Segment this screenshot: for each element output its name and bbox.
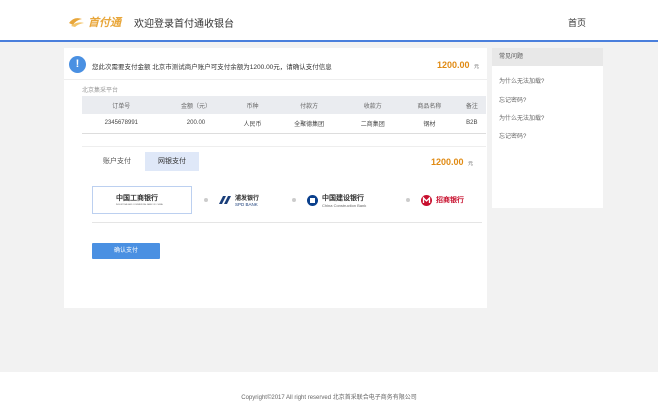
faq-link[interactable]: 忘记密码?	[499, 131, 526, 140]
bank-option-icbc[interactable]: 中国工商银行 INDUSTRIAL AND COMMERCIAL BANK OF …	[92, 186, 192, 214]
notice-unit: 元	[474, 64, 480, 70]
bank-option-spd[interactable]: 浦发银行 SPD BANK	[204, 186, 284, 214]
ccb-logo-icon	[307, 194, 318, 206]
page-title: 欢迎登录首付通收银台	[134, 19, 234, 30]
radio-icon[interactable]	[406, 198, 410, 202]
bank-name: 中国建设银行 China Construction Bank	[322, 193, 366, 208]
tab-account-payment[interactable]: 账户支付	[90, 152, 144, 171]
column-header: 金额（元）	[160, 96, 232, 114]
bank-name: 中国工商银行 INDUSTRIAL AND COMMERCIAL BANK OF …	[116, 193, 209, 208]
bank-name: 浦发银行 SPD BANK	[235, 193, 259, 207]
column-header: 币种	[231, 96, 274, 114]
faq-link[interactable]: 为什么无法加载?	[499, 113, 544, 122]
payment-notice-text: 您此次需要支付金额 北京市测试商户账户可支付余额为1200.00元，请确认支付信…	[92, 64, 332, 71]
logo-text: 首付通	[88, 17, 121, 29]
notice-amount: 1200.00	[437, 60, 470, 70]
table-cell: 全聚德集团	[273, 114, 345, 134]
table-header-row: 订单号 金额（元） 币种 付款方 收款方 商品名称 备注	[82, 96, 486, 114]
order-table: 订单号 金额（元） 币种 付款方 收款方 商品名称 备注 2345678991 …	[82, 96, 486, 134]
faq-link[interactable]: 忘记密码?	[499, 95, 526, 104]
faq-title: 常见问题	[492, 48, 603, 66]
bank-subtitle: China Construction Bank	[322, 202, 367, 208]
bank-name-text: 中国工商银行	[116, 194, 158, 202]
table-cell: B2B	[457, 114, 486, 134]
divider	[92, 222, 482, 223]
column-header: 收款方	[344, 96, 402, 114]
bank-name-text: 中国建设银行	[322, 194, 364, 202]
tab-online-banking[interactable]: 网银支付	[145, 152, 199, 171]
bank-option-ccb[interactable]: 中国建设银行 China Construction Bank	[292, 186, 392, 214]
payment-amount: 1200.00	[431, 157, 464, 167]
table-cell: 钢材	[401, 114, 458, 134]
table-row: 2345678991 200.00 人民币 全聚德集团 二商集团 钢材 B2B	[82, 114, 486, 134]
bank-subtitle: INDUSTRIAL AND COMMERCIAL BANK OF CHINA	[116, 202, 163, 206]
home-link[interactable]: 首页	[568, 16, 586, 29]
faq-link[interactable]: 为什么无法加载?	[499, 76, 544, 85]
info-icon: !	[69, 56, 86, 73]
copyright: Copyright©2017 All right reserved 北京首采联合…	[241, 395, 417, 401]
radio-icon[interactable]	[204, 198, 208, 202]
payment-unit: 元	[468, 161, 474, 167]
merchant-label: 北京集采平台	[82, 88, 119, 94]
radio-icon[interactable]	[292, 198, 296, 202]
table-cell: 2345678991	[82, 114, 161, 134]
column-header: 付款方	[273, 96, 345, 114]
table-cell: 200.00	[160, 114, 232, 134]
cmb-logo-icon	[421, 194, 432, 206]
table-cell: 二商集团	[344, 114, 402, 134]
spd-logo-icon	[219, 196, 231, 204]
faq-panel	[492, 48, 603, 208]
column-header: 商品名称	[401, 96, 458, 114]
column-header: 订单号	[82, 96, 161, 114]
table-cell: 人民币	[231, 114, 274, 134]
bank-name: 招商银行	[436, 197, 464, 204]
bank-subtitle: SPD BANK	[235, 202, 258, 207]
confirm-payment-button[interactable]: 确认支付	[92, 243, 160, 259]
column-header: 备注	[457, 96, 486, 114]
bank-option-cmb[interactable]: 招商银行	[406, 186, 482, 214]
